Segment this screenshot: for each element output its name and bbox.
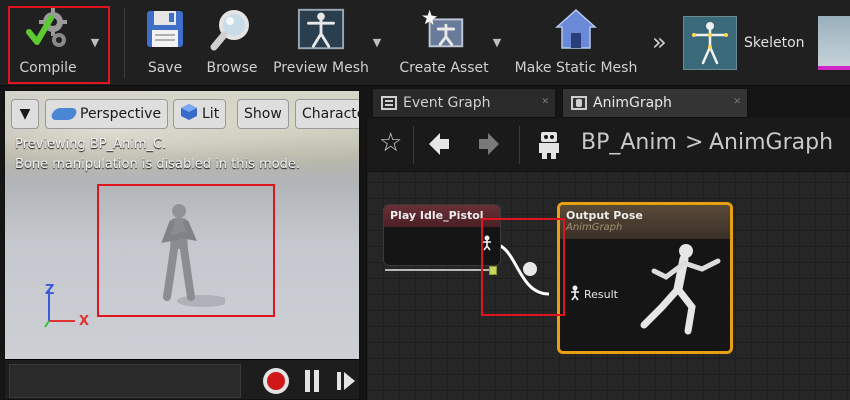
lit-cube-icon xyxy=(180,103,198,125)
graph-tab-bar: Event Graph ✕ AnimGraph ✕ xyxy=(364,88,850,118)
house-icon xyxy=(552,4,600,54)
preview-mesh-icon xyxy=(297,4,345,54)
anim-graph-canvas[interactable]: ☆ BP_Anim > AnimGraph Play Idle_Pistol O… xyxy=(366,118,850,400)
preview-message: Previewing BP_Anim_C. xyxy=(15,137,167,152)
create-asset-icon xyxy=(420,4,468,54)
mesh-mode-indicator xyxy=(818,66,850,70)
lit-button[interactable]: Lit xyxy=(173,99,227,129)
skeleton-mode-icon[interactable] xyxy=(683,16,737,70)
skeleton-mode-label[interactable]: Skeleton xyxy=(744,35,805,51)
perspective-icon xyxy=(49,108,79,120)
perspective-button[interactable]: Perspective xyxy=(45,99,169,129)
main-toolbar: Compile ▼ Save Browse Preview Mesh ▼ Cre… xyxy=(0,0,850,86)
axis-z-label: Z xyxy=(45,283,55,298)
make-static-mesh-button[interactable]: Make Static Mesh xyxy=(514,4,638,82)
perspective-label: Perspective xyxy=(80,106,162,122)
step-forward-icon[interactable] xyxy=(335,368,357,394)
pause-icon[interactable] xyxy=(303,368,323,394)
output-node-subtitle: AnimGraph xyxy=(566,222,623,233)
create-asset-label: Create Asset xyxy=(399,60,489,76)
preview-mesh-chevron-icon[interactable]: ▼ xyxy=(370,36,384,50)
axis-x-label: X xyxy=(79,314,90,329)
result-input-pin-icon[interactable] xyxy=(570,285,580,305)
tab-animgraph[interactable]: AnimGraph ✕ xyxy=(562,88,748,118)
save-label: Save xyxy=(147,60,183,76)
save-button[interactable]: Save xyxy=(140,4,190,82)
close-icon[interactable]: ✕ xyxy=(733,97,741,107)
character-button[interactable]: Characte xyxy=(295,99,360,129)
anim-blueprint-editor: Compile ▼ Save Browse Preview Mesh ▼ Cre… xyxy=(0,0,850,400)
create-asset-button[interactable]: Create Asset xyxy=(396,4,492,82)
timeline-scrubber[interactable] xyxy=(9,364,241,398)
make-static-mesh-label: Make Static Mesh xyxy=(514,60,638,76)
lit-label: Lit xyxy=(202,106,220,122)
playback-bar xyxy=(5,359,359,399)
record-icon[interactable] xyxy=(263,368,289,394)
close-icon[interactable]: ✕ xyxy=(541,97,549,107)
mesh-mode-icon[interactable] xyxy=(818,16,850,70)
character-label: Characte xyxy=(302,106,360,122)
output-node-title: Output Pose xyxy=(566,209,643,222)
toolbar-overflow-icon[interactable]: » xyxy=(652,28,667,56)
viewport-options-chevron-icon[interactable]: ▼ xyxy=(11,99,39,129)
show-button[interactable]: Show xyxy=(237,99,289,129)
running-pose-icon xyxy=(636,241,728,345)
toolbar-separator xyxy=(124,8,125,78)
tab-animgraph-label: AnimGraph xyxy=(593,95,672,111)
result-pin-label: Result xyxy=(584,288,618,301)
preview-viewport[interactable]: ▼ Perspective Lit Show Characte Previewi… xyxy=(4,90,360,400)
event-graph-icon xyxy=(381,96,397,110)
animgraph-icon xyxy=(571,96,587,110)
preview-mesh-button[interactable]: Preview Mesh xyxy=(272,4,370,82)
bone-message: Bone manipulation is disabled in this mo… xyxy=(15,157,301,172)
browse-button[interactable]: Browse xyxy=(204,4,260,82)
preview-mesh-label: Preview Mesh xyxy=(273,60,369,76)
output-node-header: Output Pose AnimGraph xyxy=(560,205,730,239)
browse-label: Browse xyxy=(206,60,258,76)
wire-highlight-box xyxy=(481,218,565,316)
show-label: Show xyxy=(244,106,282,122)
compile-highlight-box xyxy=(8,6,110,84)
create-asset-chevron-icon[interactable]: ▼ xyxy=(490,36,504,50)
floppy-disk-icon xyxy=(141,4,189,54)
tab-event-graph-label: Event Graph xyxy=(403,95,491,111)
output-pose-node[interactable]: Output Pose AnimGraph Result xyxy=(557,202,733,354)
character-highlight-box xyxy=(97,184,275,317)
magnifier-icon xyxy=(208,4,256,54)
tab-event-graph[interactable]: Event Graph ✕ xyxy=(372,88,556,118)
